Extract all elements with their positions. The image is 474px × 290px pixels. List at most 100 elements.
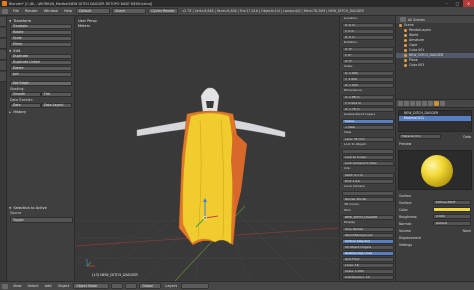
sidebar-field[interactable]: Lens: 35 mm	[342, 137, 394, 142]
layer-buttons[interactable]	[181, 283, 210, 289]
sidebar-field[interactable]: Lock to Cursor	[342, 155, 394, 160]
rotate-button[interactable]: Rotate	[10, 30, 72, 35]
tab-grease-pencil[interactable]	[0, 72, 6, 82]
history-panel-header[interactable]: ► History	[8, 109, 74, 115]
tab-create[interactable]	[0, 28, 6, 38]
smooth-button[interactable]: Smooth	[10, 92, 41, 97]
texture-tab-icon[interactable]	[440, 101, 445, 106]
sidebar-field[interactable]: X: 1.88 m	[342, 95, 394, 100]
sidebar-field[interactable]: + New	[342, 125, 394, 130]
world-tab-icon[interactable]	[410, 101, 415, 106]
modifier-tab-icon[interactable]	[422, 101, 427, 106]
mode-dropdown[interactable]: Object Mode	[73, 283, 110, 289]
menu-window[interactable]: Window	[41, 9, 61, 13]
join-button[interactable]: Join	[10, 72, 72, 77]
tab-tools[interactable]	[0, 17, 6, 27]
flat-button[interactable]: Flat	[41, 92, 72, 97]
sidebar-field[interactable]: Lock Camera to View	[342, 161, 394, 166]
operator-field[interactable]: Toggle	[10, 217, 73, 223]
render-engine-dropdown[interactable]: Cycles Render	[148, 8, 179, 14]
sidebar-field[interactable]: End: 1 km	[342, 179, 394, 184]
scene-tab-icon[interactable]	[404, 101, 409, 106]
material-slot[interactable]: Material.011	[399, 116, 471, 121]
surface-row-value[interactable]: Default	[433, 221, 471, 226]
sidebar-field[interactable]	[342, 191, 394, 196]
sidebar-field[interactable]: Y: 1.000	[342, 77, 394, 82]
settings-panel-header[interactable]: Settings	[398, 242, 472, 248]
surface-row-value[interactable]: Diffuse BSDF	[433, 200, 471, 205]
material-tab-icon[interactable]	[434, 101, 439, 106]
sidebar-field[interactable]: Scene	[342, 119, 394, 124]
scene-dropdown[interactable]: Scene	[112, 8, 147, 14]
outliner-item[interactable]: Cube.003	[396, 63, 474, 68]
minimize-button[interactable]: –	[441, 0, 452, 7]
data-button[interactable]: Data	[10, 103, 41, 108]
sidebar-field[interactable]: Z: 0 m	[342, 35, 394, 40]
sidebar-field[interactable]: X: 0°	[342, 47, 394, 52]
sidebar-field[interactable]: Outline Selected	[342, 239, 394, 244]
sidebar-field[interactable]: Z: 0°	[342, 59, 394, 64]
material-name-field[interactable]: Material.011	[399, 134, 441, 139]
sidebar-field[interactable]: Lines: 16	[342, 263, 394, 268]
surface-row-value[interactable]	[433, 207, 471, 212]
object-menu[interactable]: Object	[55, 284, 73, 288]
sidebar-field[interactable]: All Object Origins	[342, 245, 394, 250]
scale-button[interactable]: Scale	[10, 36, 72, 41]
outliner-display-dropdown[interactable]: All Scenes	[408, 18, 425, 22]
mirror-button[interactable]: Mirror	[10, 42, 72, 47]
close-button[interactable]: ×	[463, 0, 474, 7]
sidebar-field[interactable]: Scale: 1.000	[342, 269, 394, 274]
sidebar-field[interactable]: Y: 0°	[342, 53, 394, 58]
blender-logo-icon	[2, 1, 7, 6]
sidebar-field[interactable]: NEW_DITCH_DAGGER	[342, 215, 394, 220]
data-layout-button[interactable]: Data Layout	[41, 103, 72, 108]
duplicate-linked-button[interactable]: Duplicate Linked	[10, 60, 72, 65]
sidebar-field[interactable]: Relationship Lines	[342, 251, 394, 256]
tab-animation[interactable]	[0, 50, 6, 60]
outliner-editor-icon[interactable]	[400, 17, 406, 22]
material-slot-list[interactable]: NEW_DITCH_DAGGER Material.011	[398, 110, 472, 132]
menu-render[interactable]: Render	[22, 9, 41, 13]
sidebar-field[interactable]: X: 1.000	[342, 71, 394, 76]
tab-relations[interactable]	[0, 39, 6, 49]
delete-button[interactable]: Delete	[10, 66, 72, 71]
sidebar-field[interactable]: Y: 0 m	[342, 29, 394, 34]
sidebar-field[interactable]	[342, 149, 394, 154]
sidebar-field[interactable]: Render Border	[342, 197, 394, 202]
sidebar-field[interactable]: Subdivisions: 10	[342, 275, 394, 280]
shading-mode-dropdown[interactable]	[111, 283, 124, 289]
sidebar-field[interactable]: Only Render	[342, 227, 394, 232]
menu-help[interactable]: Help	[61, 9, 75, 13]
translate-button[interactable]: Translate	[10, 24, 72, 29]
surface-row-value[interactable]: 0.000	[433, 214, 471, 219]
sidebar-field[interactable]: Y: 0.504 m	[342, 101, 394, 106]
transform-orientation-dropdown[interactable]: Global	[139, 283, 162, 289]
view-menu[interactable]: View	[10, 284, 25, 288]
surface-panel-header[interactable]: Surface	[398, 193, 472, 199]
sidebar-field[interactable]: Start: 0.1 m	[342, 173, 394, 178]
3d-viewport[interactable]: User Persp Meters (13) NEW_DITCH_DAGGER	[75, 16, 339, 281]
sidebar-field[interactable]: Z: 1.76 m	[342, 107, 394, 112]
surface-row: Roughness: 0.000	[398, 214, 472, 220]
set-origin-dropdown[interactable]: Set Origin	[10, 81, 72, 86]
sidebar-field[interactable]: Z: 1.000	[342, 83, 394, 88]
screen-layout-dropdown[interactable]: Default	[76, 8, 111, 14]
sidebar-field[interactable]: World Background	[342, 233, 394, 238]
maximize-button[interactable]: □	[452, 0, 463, 7]
render-tab-icon[interactable]	[398, 101, 403, 106]
sidebar-field[interactable]: Grid Floor	[342, 257, 394, 262]
sidebar-field[interactable]: X: 0 m	[342, 23, 394, 28]
data-tab-icon[interactable]	[428, 101, 433, 106]
editor-type-icon[interactable]	[2, 8, 8, 14]
menu-file[interactable]: File	[10, 9, 22, 13]
preview-panel-header[interactable]: Preview	[398, 141, 472, 147]
tab-physics[interactable]	[0, 61, 6, 71]
volume-panel-header[interactable]: Volume None	[398, 228, 472, 234]
editor-type-icon[interactable]	[2, 283, 8, 289]
add-menu[interactable]: Add	[42, 284, 55, 288]
duplicate-button[interactable]: Duplicate	[10, 54, 72, 59]
select-menu[interactable]: Select	[25, 284, 42, 288]
object-tab-icon[interactable]	[416, 101, 421, 106]
displacement-panel-header[interactable]: Displacement	[398, 235, 472, 241]
pivot-point-dropdown[interactable]	[125, 283, 138, 289]
